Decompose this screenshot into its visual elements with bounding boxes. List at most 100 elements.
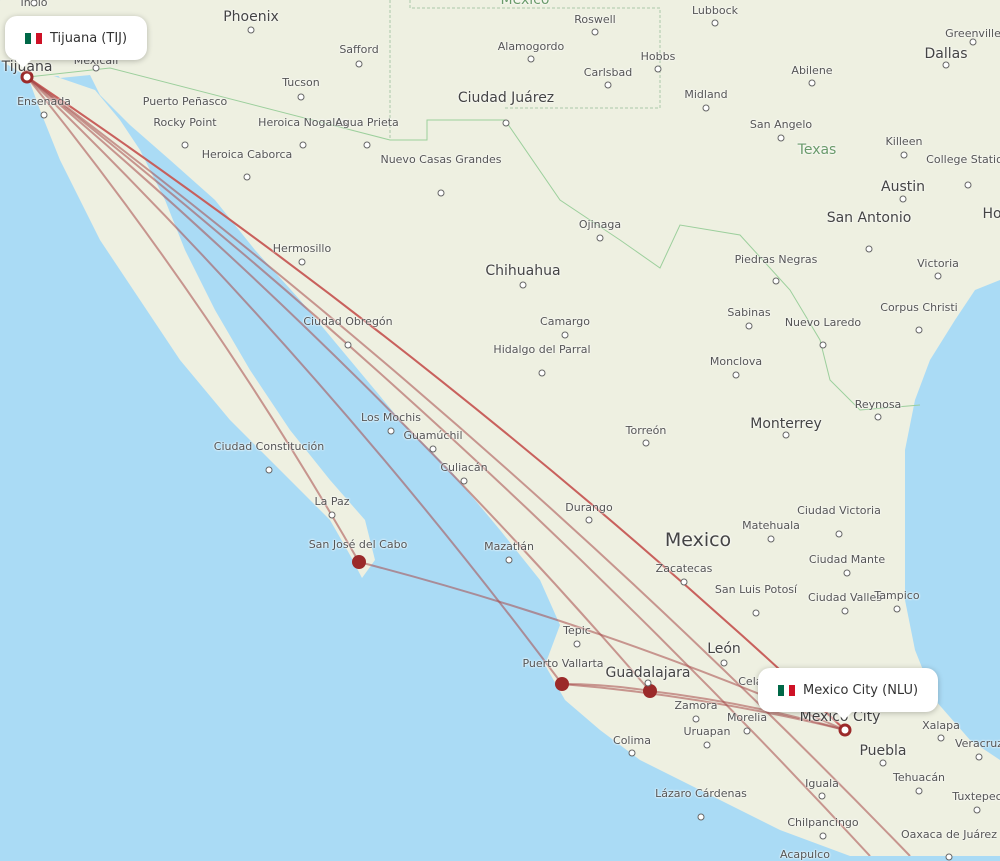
city-label: Ciudad Obregón (303, 315, 393, 328)
city-dot (604, 81, 612, 89)
city-label: Puerto Peñasco (142, 95, 228, 108)
city-dot (752, 609, 760, 617)
city-label: Rocky Point (153, 116, 217, 129)
city-dot (299, 141, 307, 149)
city-dot (429, 445, 437, 453)
city-label: Veracruz (954, 737, 1000, 750)
city-label: Roswell (574, 13, 616, 26)
city-label: Piedras Negras (734, 253, 818, 266)
city-label: Ciudad Victoria (797, 504, 881, 517)
city-label: Acapulco (780, 848, 830, 861)
city-dot (772, 277, 780, 285)
city-label: León (707, 641, 741, 657)
city-dot (502, 119, 510, 127)
city-dot (692, 715, 700, 723)
city-dot (874, 413, 882, 421)
city-label: Guadalajara (605, 665, 691, 681)
city-label: Camargo (540, 315, 590, 328)
city-dot (777, 134, 785, 142)
city-dot (527, 55, 535, 63)
city-dot (387, 427, 395, 435)
city-dot (585, 516, 593, 524)
city-dot (934, 272, 942, 280)
city-dot (767, 535, 775, 543)
city-label: Xalapa (922, 719, 960, 732)
city-label: Abilene (791, 64, 833, 77)
city-dot (644, 679, 652, 687)
city-label: Tucson (282, 76, 320, 89)
airport-marker[interactable] (643, 684, 657, 698)
city-label: Victoria (917, 257, 959, 270)
city-dot (711, 19, 719, 27)
city-label: Ciudad Constitución (213, 440, 325, 453)
city-dot (596, 234, 604, 242)
city-dot (937, 734, 945, 742)
city-label: Zamora (674, 699, 718, 712)
region-label: México (500, 0, 550, 8)
city-label: Chihuahua (485, 263, 561, 279)
city-dot (505, 556, 513, 564)
city-label: Chilpancingo (787, 816, 859, 829)
city-label: Ciudad Juárez (457, 90, 555, 106)
city-dot (247, 26, 255, 34)
city-label: Hermosillo (272, 242, 332, 255)
destination-callout[interactable]: Mexico City (NLU) (758, 668, 939, 720)
mexico-flag-icon (778, 684, 796, 696)
city-dot (808, 79, 816, 87)
city-label: Tepic (563, 624, 591, 637)
city-dot (841, 607, 849, 615)
city-dot (591, 28, 599, 36)
origin-callout[interactable]: Tijuana (TIJ) (5, 16, 148, 68)
city-dot (945, 853, 953, 861)
city-label: Nuevo Casas Grandes (380, 153, 502, 166)
city-label: Hobbs (640, 50, 676, 63)
city-dot (879, 759, 887, 767)
city-label: Heroica Caborca (201, 148, 293, 161)
city-dot (519, 281, 527, 289)
city-label: Tuxtepec (952, 790, 1000, 803)
city-label: Tehuacán (892, 771, 946, 784)
city-label: Lubbock (691, 4, 739, 17)
city-dot (702, 104, 710, 112)
airport-marker[interactable] (555, 677, 569, 691)
airport-marker[interactable] (838, 723, 852, 737)
airport-marker[interactable] (352, 555, 366, 569)
city-dot (538, 369, 546, 377)
map-canvas[interactable] (0, 0, 1000, 856)
city-dot (92, 64, 100, 72)
city-label: Morelia (726, 711, 768, 724)
city-dot (703, 741, 711, 749)
city-dot (915, 787, 923, 795)
city-label: Reynosa (854, 398, 902, 411)
city-dot (265, 466, 273, 474)
city-dot (720, 659, 728, 667)
city-label: Alamogordo (497, 40, 565, 53)
city-label: College Station (926, 153, 1000, 166)
city-dot (973, 806, 981, 814)
city-label: Ciudad Mante (808, 553, 886, 566)
city-label: Safford (339, 43, 379, 56)
city-dot (654, 65, 662, 73)
city-dot (561, 331, 569, 339)
city-label: Mazatlán (484, 540, 534, 553)
city-dot (819, 341, 827, 349)
city-dot (818, 792, 826, 800)
city-label: Greenville (945, 27, 1000, 40)
city-dot (782, 431, 790, 439)
city-label: Torreón (625, 424, 667, 437)
city-label: San Angelo (749, 118, 813, 131)
region-label: Texas (797, 142, 837, 158)
city-dot (344, 341, 352, 349)
city-dot (843, 569, 851, 577)
city-label: Ensenada (17, 95, 71, 108)
city-label: Killeen (885, 135, 923, 148)
city-dot (697, 813, 705, 821)
city-dot (460, 477, 468, 485)
city-dot (298, 258, 306, 266)
city-dot (40, 111, 48, 119)
city-dot (328, 511, 336, 519)
city-dot (181, 141, 189, 149)
city-dot (969, 38, 977, 46)
city-label: Durango (565, 501, 613, 514)
city-dot (893, 605, 901, 613)
